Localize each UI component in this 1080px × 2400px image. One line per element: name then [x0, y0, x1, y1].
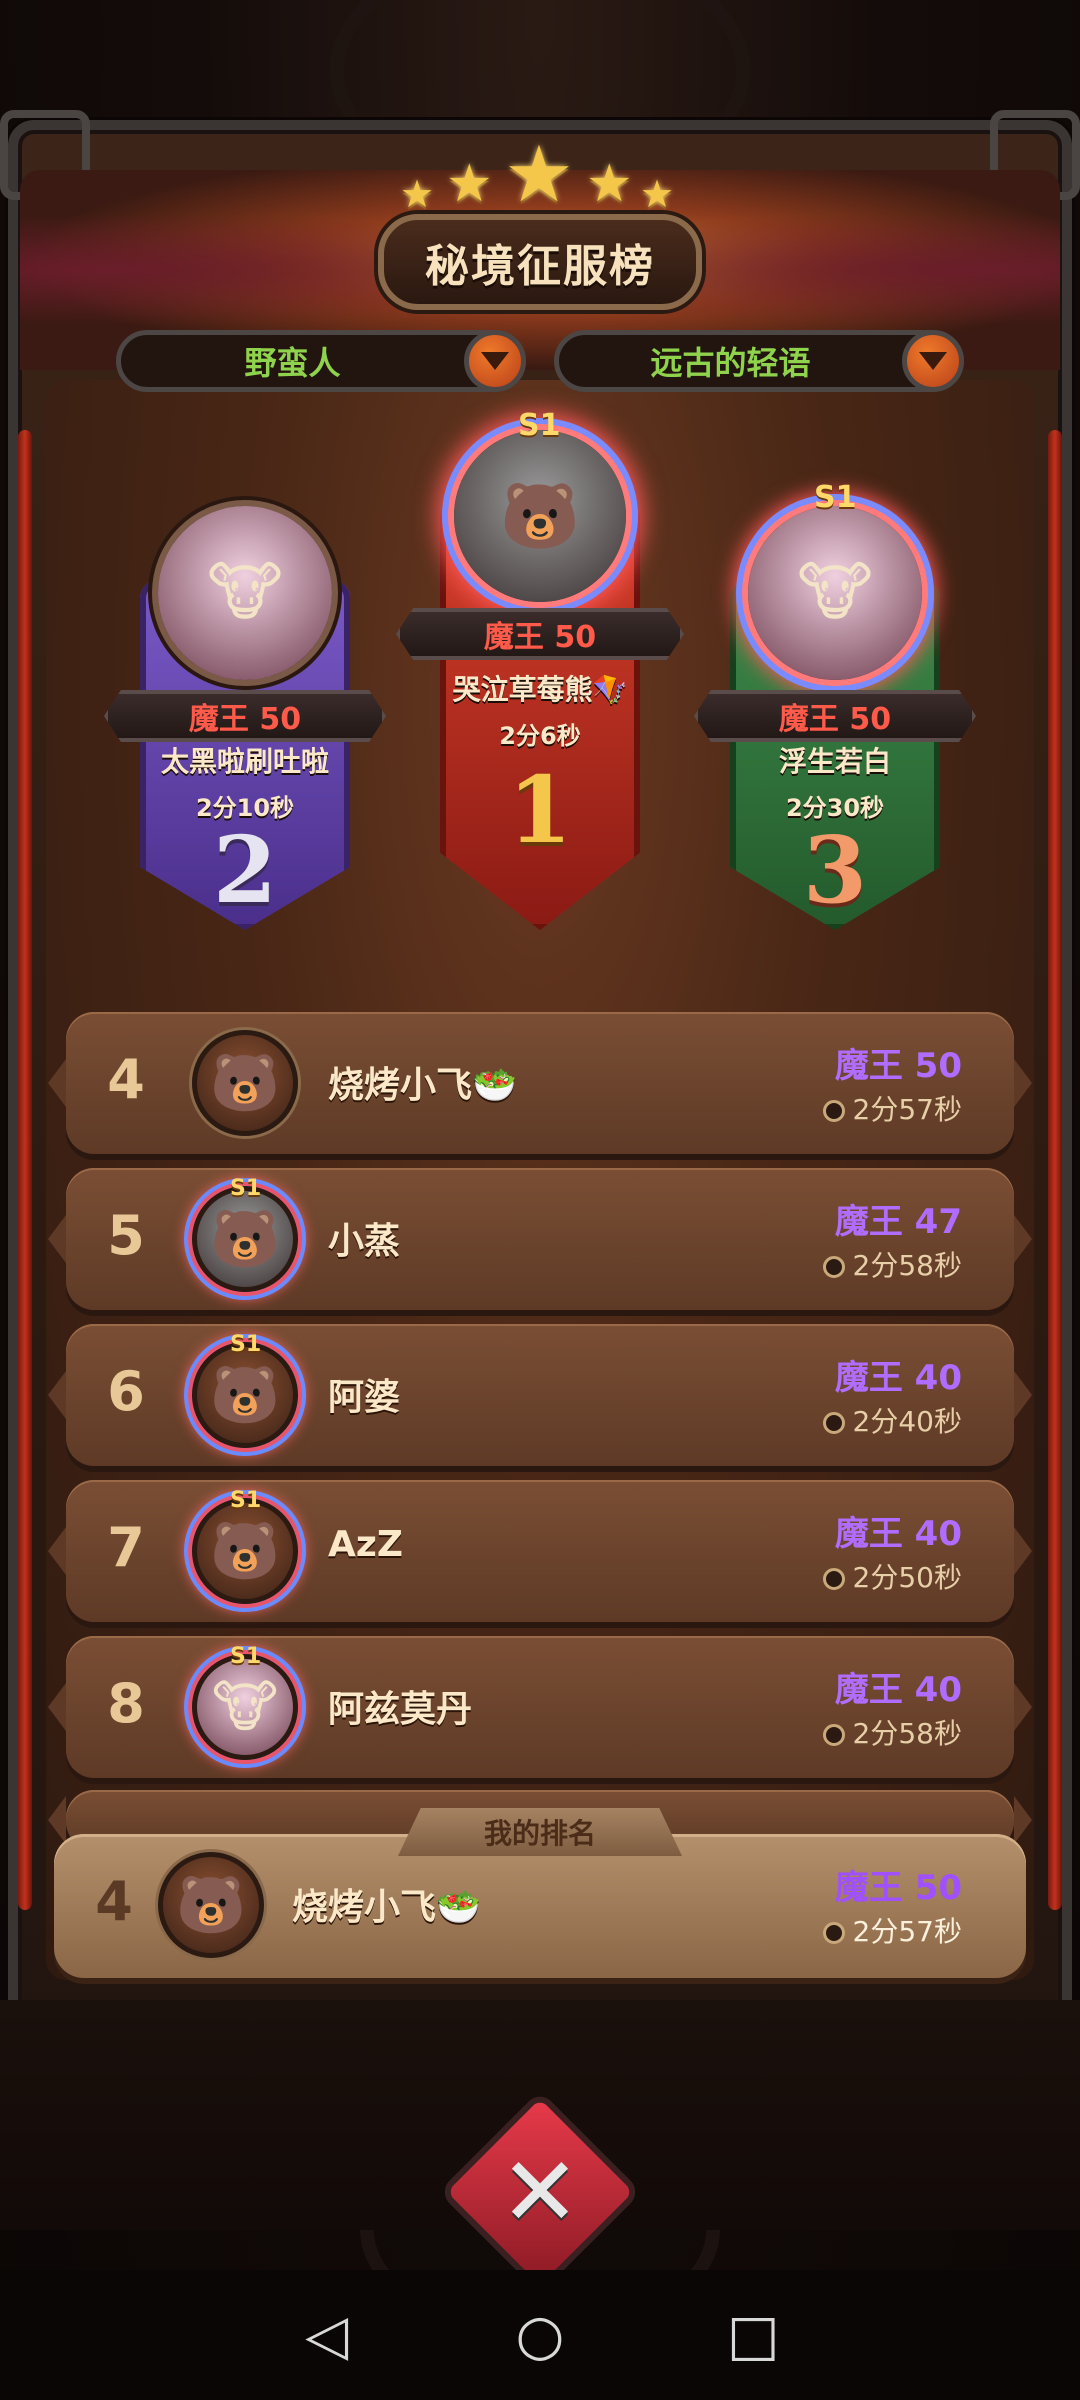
star-icon: ★ — [640, 172, 675, 216]
recents-square-icon[interactable]: □ — [703, 2285, 803, 2385]
my-level: 魔王 50 — [834, 1868, 962, 1908]
cow-avatar-icon: 🐮 — [748, 506, 922, 680]
viking-bear-avatar-icon: 🐻 — [454, 430, 626, 602]
my-player-name: 烧烤小飞🥗 — [292, 1887, 481, 1928]
chevron-down-icon — [919, 352, 947, 370]
row-time: 2分40秒 — [822, 1400, 962, 1440]
my-time: 2分57秒 — [822, 1910, 962, 1950]
row-time-value: 2分57秒 — [852, 1093, 962, 1126]
row-player-name: AzZ — [328, 1524, 403, 1565]
podium-rank-number: 1 — [507, 756, 572, 864]
clock-icon — [822, 1724, 845, 1746]
row-level: 魔王 40 — [834, 1670, 962, 1710]
row-time-value: 2分40秒 — [852, 1405, 962, 1438]
leaderboard-row[interactable]: 4 🐻 烧烤小飞🥗 魔王 50 2分57秒 — [66, 1012, 1014, 1154]
row-rank: 4 — [107, 1048, 145, 1111]
bear-avatar-icon: 🐻 — [158, 1852, 264, 1958]
leaderboard-row[interactable]: 5 🐻 S1 小蒸 魔王 47 2分58秒 — [66, 1168, 1014, 1310]
frame-side-bar-left — [18, 430, 32, 1910]
podium-level: 魔王 50 — [778, 702, 892, 737]
row-player-name: 阿婆 — [328, 1377, 401, 1418]
row-player-name: 烧烤小飞🥗 — [328, 1065, 517, 1106]
podium-player-name: 浮生若白 — [778, 745, 891, 778]
podium-level: 魔王 50 — [483, 620, 597, 655]
chevron-down-icon — [481, 352, 509, 370]
clock-icon — [822, 1256, 845, 1278]
row-time: 2分57秒 — [822, 1088, 962, 1128]
home-circle-icon[interactable]: ○ — [490, 2285, 590, 2385]
row-time: 2分50秒 — [822, 1556, 962, 1596]
crossed-swords-icon[interactable]: ✕ — [468, 2120, 612, 2264]
star-icon: ★ — [446, 154, 493, 214]
podium-level-ribbon: 魔王 50 — [396, 608, 684, 660]
row-time: 2分58秒 — [822, 1244, 962, 1284]
cow-avatar-icon: 🐮 — [158, 506, 332, 680]
podium-player-name: 哭泣草莓熊🪁 — [452, 673, 628, 706]
podium-level-ribbon: 魔王 50 — [694, 690, 976, 742]
row-time-value: 2分50秒 — [852, 1561, 962, 1594]
row-rank: 7 — [107, 1516, 145, 1579]
leaderboard-row[interactable]: 7 🐻 S1 AzZ 魔王 40 2分50秒 — [66, 1480, 1014, 1622]
rating-stars: ★ ★ ★ ★ ★ — [400, 130, 680, 220]
podium-player-name: 太黑啦刷吐啦 — [160, 745, 329, 778]
leaderboard-row[interactable]: 6 🐻 S1 阿婆 魔王 40 2分40秒 — [66, 1324, 1014, 1466]
podium-avatar-1[interactable]: 🐻 — [448, 424, 632, 608]
podium-player-time: 2分6秒 — [499, 722, 581, 750]
my-rank-number: 4 — [95, 1870, 133, 1933]
podium-rank-number: 2 — [212, 816, 277, 924]
row-level: 魔王 40 — [834, 1514, 962, 1554]
bear-avatar-icon: 🐻 — [192, 1342, 298, 1448]
row-level: 魔王 47 — [834, 1202, 962, 1242]
star-icon: ★ — [400, 172, 435, 216]
row-level: 魔王 40 — [834, 1358, 962, 1398]
viking-bear-avatar-icon: 🐻 — [192, 1186, 298, 1292]
page-title: 秘境征服榜 — [425, 241, 655, 292]
star-icon: ★ — [586, 154, 633, 214]
row-time-value: 2分58秒 — [852, 1717, 962, 1750]
season-badge-s1: S1 — [814, 480, 857, 515]
podium-level: 魔王 50 — [188, 702, 302, 737]
class-filter-label: 野蛮人 — [244, 344, 341, 382]
dungeon-filter-dropdown[interactable]: 远古的轻语 — [554, 330, 964, 392]
my-rank-tab-label: 我的排名 — [483, 1817, 596, 1850]
clock-icon — [822, 1412, 845, 1434]
system-nav-bar: ◁ ○ □ — [0, 2270, 1080, 2400]
row-rank: 6 — [107, 1360, 145, 1423]
row-rank: 5 — [107, 1204, 145, 1267]
season-badge-s1: S1 — [230, 1644, 262, 1669]
clock-icon — [822, 1100, 845, 1122]
bear-avatar-icon: 🐻 — [192, 1498, 298, 1604]
season-badge-s1: S1 — [230, 1176, 262, 1201]
clock-icon — [822, 1922, 845, 1944]
clock-icon — [822, 1568, 845, 1590]
dungeon-filter-label: 远古的轻语 — [650, 344, 811, 382]
class-filter-dropdown[interactable]: 野蛮人 — [116, 330, 526, 392]
podium-avatar-2[interactable]: 🐮 — [152, 500, 338, 686]
row-player-name: 阿兹莫丹 — [328, 1689, 473, 1730]
my-time-value: 2分57秒 — [852, 1915, 962, 1948]
dungeon-filter-toggle[interactable] — [902, 330, 964, 392]
class-filter-toggle[interactable] — [464, 330, 526, 392]
my-rank-tab: 我的排名 — [398, 1808, 682, 1856]
row-level: 魔王 50 — [834, 1046, 962, 1086]
season-badge-s1: S1 — [518, 408, 561, 443]
back-triangle-icon[interactable]: ◁ — [277, 2285, 377, 2385]
title-plate: 秘境征服榜 — [378, 214, 702, 310]
season-badge-s1: S1 — [230, 1488, 262, 1513]
row-rank: 8 — [107, 1672, 145, 1735]
podium-level-ribbon: 魔王 50 — [104, 690, 386, 742]
podium-rank-number: 3 — [802, 816, 867, 924]
row-time: 2分58秒 — [822, 1712, 962, 1752]
row-player-name: 小蒸 — [328, 1221, 401, 1262]
leaderboard-row[interactable]: 8 🐮 S1 阿兹莫丹 魔王 40 2分58秒 — [66, 1636, 1014, 1778]
cow-avatar-icon: 🐮 — [192, 1654, 298, 1760]
row-time-value: 2分58秒 — [852, 1249, 962, 1282]
star-icon: ★ — [504, 130, 574, 220]
podium-avatar-3[interactable]: 🐮 — [742, 500, 928, 686]
season-badge-s1: S1 — [230, 1332, 262, 1357]
frame-side-bar-right — [1048, 430, 1062, 1910]
bear-avatar-icon: 🐻 — [192, 1030, 298, 1136]
